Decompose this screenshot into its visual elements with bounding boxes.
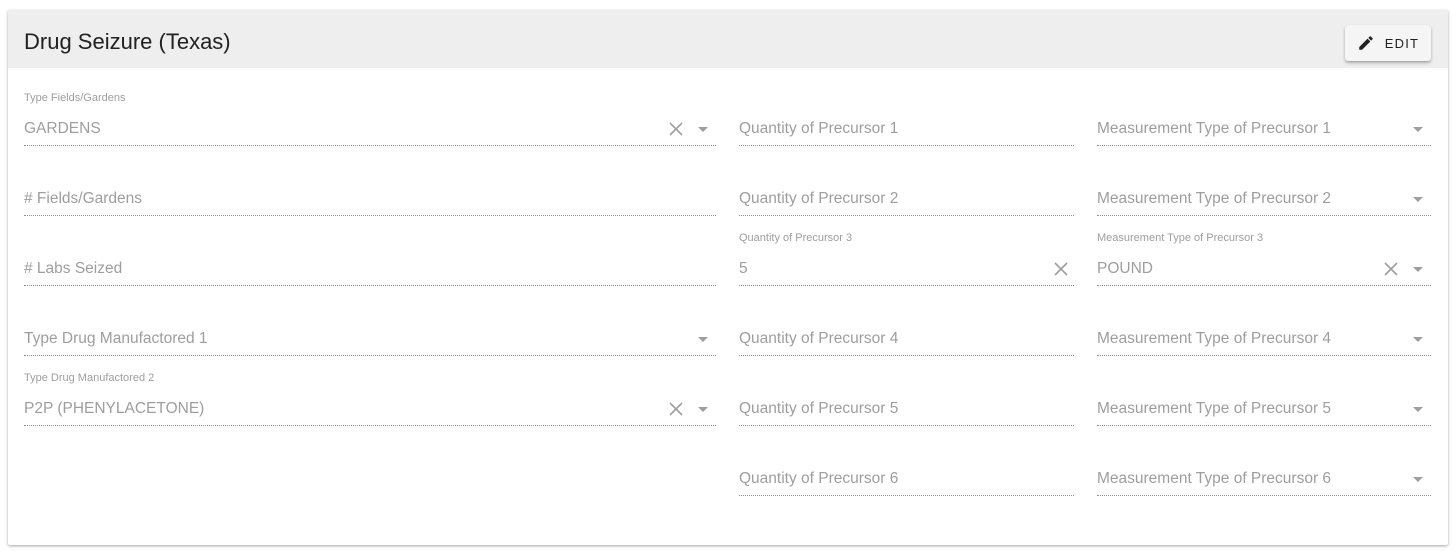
quantity-precursor-5-input[interactable]: Quantity of Precursor 5 [739,394,1074,426]
measurement-precursor-3-select[interactable]: Measurement Type of Precursor 3 POUND [1097,232,1431,286]
arrow-drop-down-icon[interactable] [698,407,708,412]
num-fields-gardens-input[interactable]: # Fields/Gardens [24,184,716,216]
num-fields-gardens-placeholder: # Fields/Gardens [24,190,143,207]
measurement-precursor-3-label: Measurement Type of Precursor 3 [1097,232,1264,244]
quantity-precursor-6-placeholder: Quantity of Precursor 6 [739,470,899,487]
edit-button[interactable]: Edit [1345,25,1431,61]
quantity-precursor-4-placeholder: Quantity of Precursor 4 [739,330,899,347]
type-drug-manufactured-2-label: Type Drug Manufactored 2 [24,372,155,384]
card-header: Drug Seizure (Texas) Edit [8,10,1448,68]
arrow-drop-down-icon[interactable] [1413,197,1423,202]
type-drug-manufactured-1-select[interactable]: Type Drug Manufactored 1 [24,324,716,356]
quantity-precursor-1-placeholder: Quantity of Precursor 1 [739,120,899,137]
type-fields-gardens-value: GARDENS [24,120,101,137]
arrow-drop-down-icon[interactable] [1413,267,1423,272]
arrow-drop-down-icon[interactable] [1413,477,1423,482]
type-fields-gardens-select[interactable]: Type Fields/Gardens GARDENS [24,92,716,146]
arrow-drop-down-icon[interactable] [698,127,708,132]
quantity-precursor-3-label: Quantity of Precursor 3 [739,232,853,244]
quantity-precursor-6-input[interactable]: Quantity of Precursor 6 [739,464,1074,496]
quantity-precursor-1-input[interactable]: Quantity of Precursor 1 [739,114,1074,146]
measurement-precursor-6-select[interactable]: Measurement Type of Precursor 6 [1097,464,1431,496]
drug-seizure-card: Drug Seizure (Texas) Edit Type Fields/Ga… [8,10,1448,545]
arrow-drop-down-icon[interactable] [1413,337,1423,342]
close-icon[interactable] [668,401,684,417]
arrow-drop-down-icon[interactable] [1413,407,1423,412]
pencil-icon [1359,36,1373,50]
measurement-precursor-1-placeholder: Measurement Type of Precursor 1 [1097,120,1332,137]
type-drug-manufactured-2-select[interactable]: Type Drug Manufactored 2 P2P (PHENYLACET… [24,372,716,426]
close-icon[interactable] [1053,261,1069,277]
measurement-precursor-3-value: POUND [1097,260,1153,277]
close-icon[interactable] [668,121,684,137]
num-labs-seized-input[interactable]: # Labs Seized [24,254,716,286]
quantity-precursor-3-value: 5 [739,260,748,277]
measurement-precursor-5-placeholder: Measurement Type of Precursor 5 [1097,400,1332,417]
measurement-precursor-4-placeholder: Measurement Type of Precursor 4 [1097,330,1332,347]
edit-button-label: Edit [1384,35,1420,51]
measurement-precursor-6-placeholder: Measurement Type of Precursor 6 [1097,470,1332,487]
card-title: Drug Seizure (Texas) [24,29,231,54]
measurement-precursor-5-select[interactable]: Measurement Type of Precursor 5 [1097,394,1431,426]
quantity-precursor-2-input[interactable]: Quantity of Precursor 2 [739,184,1074,216]
measurement-precursor-2-select[interactable]: Measurement Type of Precursor 2 [1097,184,1431,216]
quantity-precursor-5-placeholder: Quantity of Precursor 5 [739,400,899,417]
num-labs-seized-placeholder: # Labs Seized [24,260,123,277]
measurement-precursor-2-placeholder: Measurement Type of Precursor 2 [1097,190,1332,207]
type-fields-gardens-label: Type Fields/Gardens [24,92,126,104]
measurement-precursor-4-select[interactable]: Measurement Type of Precursor 4 [1097,324,1431,356]
quantity-precursor-4-input[interactable]: Quantity of Precursor 4 [739,324,1074,356]
quantity-precursor-2-placeholder: Quantity of Precursor 2 [739,190,899,207]
close-icon[interactable] [1383,261,1399,277]
arrow-drop-down-icon[interactable] [698,337,708,342]
arrow-drop-down-icon[interactable] [1413,127,1423,132]
type-drug-manufactured-1-placeholder: Type Drug Manufactored 1 [24,330,208,347]
type-drug-manufactured-2-value: P2P (PHENYLACETONE) [24,400,205,417]
measurement-precursor-1-select[interactable]: Measurement Type of Precursor 1 [1097,114,1431,146]
quantity-precursor-3-input[interactable]: Quantity of Precursor 3 5 [739,232,1074,286]
